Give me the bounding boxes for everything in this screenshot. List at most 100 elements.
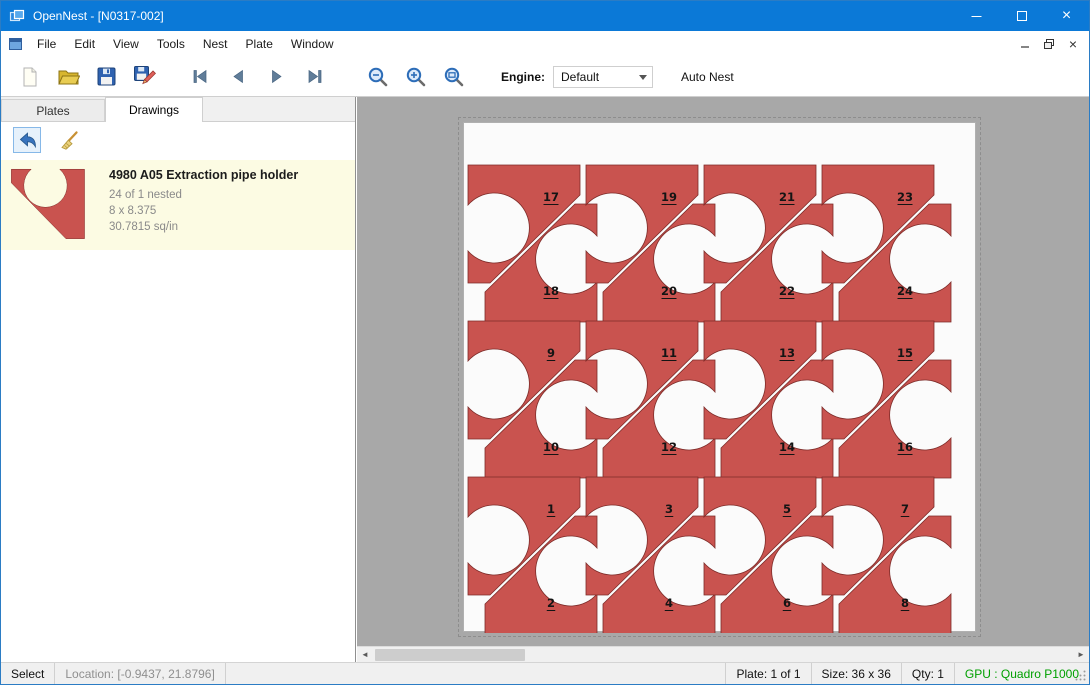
close-icon: ×: [1062, 7, 1071, 25]
app-icon: [9, 8, 25, 24]
zoom-out-button[interactable]: [363, 62, 393, 92]
svg-text:10: 10: [543, 440, 559, 454]
menu-edit[interactable]: Edit: [65, 32, 104, 56]
drawing-list-item[interactable]: 4980 A05 Extraction pipe holder 24 of 1 …: [1, 160, 355, 250]
zoom-fit-icon: [443, 66, 465, 88]
go-next-button[interactable]: [261, 62, 291, 92]
chevron-down-icon: [639, 75, 647, 80]
new-button[interactable]: [15, 62, 45, 92]
svg-text:19: 19: [661, 190, 677, 204]
menu-window[interactable]: Window: [282, 32, 343, 56]
go-first-button[interactable]: [185, 62, 215, 92]
mdi-close-icon: ×: [1069, 36, 1077, 52]
scroll-right-arrow-icon[interactable]: ►: [1073, 647, 1089, 663]
part-thumbnail: [9, 166, 97, 244]
maximize-button[interactable]: [999, 1, 1044, 31]
svg-text:1: 1: [547, 502, 555, 516]
svg-text:15: 15: [897, 346, 913, 360]
next-arrow-icon: [267, 67, 286, 86]
svg-text:18: 18: [543, 284, 559, 298]
open-button[interactable]: [53, 62, 83, 92]
mdi-minimize-button[interactable]: [1014, 34, 1036, 54]
plate[interactable]: 171819202122232491011121314151612345678: [463, 122, 976, 632]
zoom-fit-button[interactable]: [439, 62, 469, 92]
zoom-out-icon: [367, 66, 389, 88]
svg-text:23: 23: [897, 190, 913, 204]
go-last-button[interactable]: [299, 62, 329, 92]
svg-text:22: 22: [779, 284, 795, 298]
drawing-nested-count: 24 of 1 nested: [109, 187, 298, 203]
menu-nest[interactable]: Nest: [194, 32, 237, 56]
svg-text:13: 13: [779, 346, 795, 360]
broom-icon: [59, 130, 80, 151]
svg-text:20: 20: [661, 284, 677, 298]
svg-text:14: 14: [779, 440, 795, 454]
save-floppy-icon: [96, 66, 117, 87]
go-previous-button[interactable]: [223, 62, 253, 92]
drawing-area: 30.7815 sq/in: [109, 219, 298, 235]
svg-text:17: 17: [543, 190, 559, 204]
save-button[interactable]: [91, 62, 121, 92]
svg-text:16: 16: [897, 440, 913, 454]
title-bar: OpenNest - [N0317-002] ×: [1, 1, 1089, 31]
menu-plate[interactable]: Plate: [237, 32, 282, 56]
scroll-left-arrow-icon[interactable]: ◄: [357, 647, 373, 663]
plate-parts-svg[interactable]: 171819202122232491011121314151612345678: [464, 123, 977, 633]
close-button[interactable]: ×: [1044, 1, 1089, 31]
status-location: Location: [-0.9437, 21.8796]: [55, 663, 225, 684]
save-as-button[interactable]: [129, 62, 159, 92]
save-edit-icon: [133, 65, 156, 88]
scrollbar-thumb[interactable]: [375, 649, 525, 661]
drawings-toolbar: [1, 122, 355, 158]
mdi-close-button[interactable]: ×: [1062, 34, 1084, 54]
sidebar-tabstrip: Plates Drawings: [1, 97, 355, 122]
menu-view[interactable]: View: [104, 32, 148, 56]
engine-value: Default: [561, 70, 599, 84]
new-page-icon: [19, 66, 41, 88]
return-to-list-button[interactable]: [13, 127, 41, 153]
drawing-item-text: 4980 A05 Extraction pipe holder 24 of 1 …: [109, 166, 298, 244]
app-window: OpenNest - [N0317-002] × File Edit View …: [0, 0, 1090, 685]
status-plate: Plate: 1 of 1: [725, 663, 810, 684]
sidebar: Plates Drawings: [1, 97, 356, 662]
status-size: Size: 36 x 36: [811, 663, 901, 684]
drawing-title: 4980 A05 Extraction pipe holder: [109, 168, 298, 182]
svg-text:24: 24: [897, 284, 913, 298]
menu-file[interactable]: File: [28, 32, 65, 56]
horizontal-scrollbar[interactable]: ◄ ►: [357, 646, 1089, 662]
engine-label: Engine:: [501, 70, 545, 84]
menu-tools[interactable]: Tools: [148, 32, 194, 56]
main-toolbar: Engine: Default Auto Nest: [1, 57, 1089, 97]
status-qty: Qty: 1: [901, 663, 954, 684]
svg-text:9: 9: [547, 346, 555, 360]
auto-nest-button[interactable]: Auto Nest: [675, 66, 740, 88]
svg-text:7: 7: [901, 502, 909, 516]
zoom-in-button[interactable]: [401, 62, 431, 92]
document-window-icon[interactable]: [8, 36, 24, 52]
previous-arrow-icon: [229, 67, 248, 86]
svg-text:12: 12: [661, 440, 677, 454]
svg-text:4: 4: [665, 596, 673, 610]
svg-text:11: 11: [661, 346, 677, 360]
mdi-restore-button[interactable]: [1038, 34, 1060, 54]
tab-drawings[interactable]: Drawings: [105, 97, 203, 122]
svg-text:6: 6: [783, 596, 791, 610]
window-title: OpenNest - [N0317-002]: [33, 9, 164, 23]
minimize-button[interactable]: [954, 1, 999, 31]
nest-canvas[interactable]: 171819202122232491011121314151612345678: [357, 97, 1089, 646]
svg-text:21: 21: [779, 190, 795, 204]
menu-bar: File Edit View Tools Nest Plate Window ×: [1, 31, 1089, 57]
zoom-in-icon: [405, 66, 427, 88]
resize-grip-icon[interactable]: [1074, 669, 1087, 682]
tab-plates[interactable]: Plates: [1, 99, 105, 121]
status-gpu: GPU : Quadro P1000: [954, 663, 1089, 684]
return-arrow-icon: [17, 130, 38, 151]
mdi-controls: ×: [1014, 31, 1084, 57]
status-mode: Select: [1, 663, 55, 684]
engine-select[interactable]: Default: [553, 66, 653, 88]
svg-text:2: 2: [547, 596, 555, 610]
open-folder-icon: [57, 65, 80, 88]
first-arrow-icon: [191, 67, 210, 86]
svg-text:8: 8: [901, 596, 909, 610]
clean-button[interactable]: [55, 127, 83, 153]
